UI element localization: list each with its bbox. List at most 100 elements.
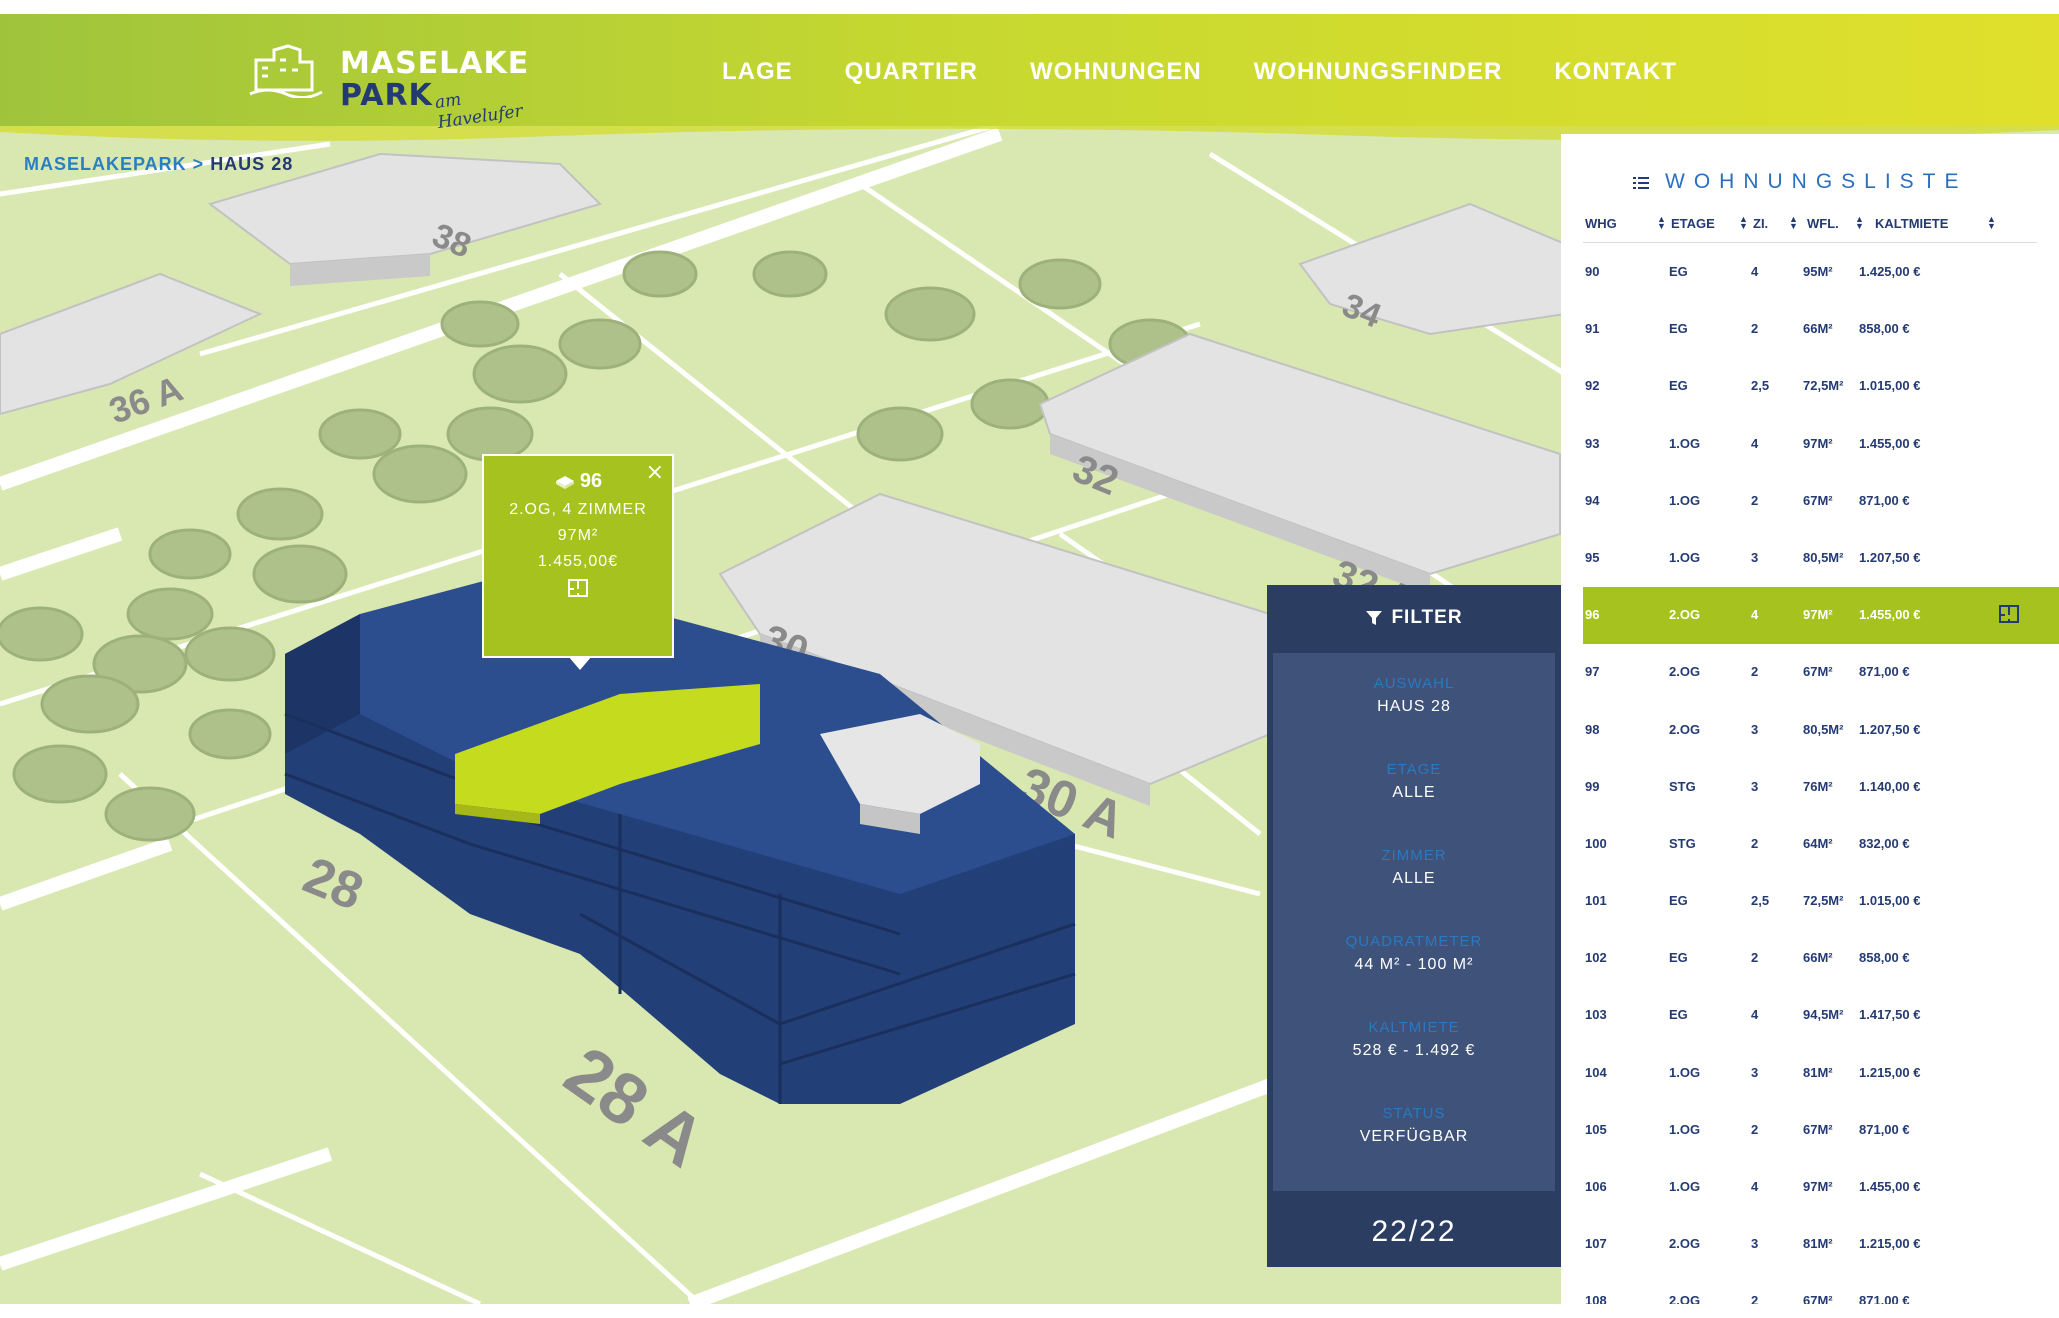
list-row[interactable]: 108 2.OG 2 67M² 871,00 € [1583,1273,2059,1304]
list-cell: 99 [1585,778,1600,794]
list-cell: 107 [1585,1236,1607,1252]
list-cell: 72,5M² [1803,378,1844,394]
nav-item-wohnungen[interactable]: WOHNUNGEN [1030,58,1202,86]
list-cell: 2.OG [1669,607,1701,623]
list-row[interactable]: 94 1.OG 2 67M² 871,00 € [1583,473,2059,530]
filter-value: ALLE [1392,784,1436,801]
column-wohnflaeche[interactable]: WFL. [1807,216,1839,231]
list-cell: 64M² [1803,835,1833,851]
floorplan-icon[interactable] [568,579,588,601]
column-zimmer[interactable]: ZI. [1753,216,1768,231]
list-cell: 1.OG [1669,435,1701,451]
list-cell: EG [1669,264,1688,279]
list-row[interactable]: 104 1.OG 3 81M² 1.215,00 € [1583,1045,2059,1102]
list-row[interactable]: 91 EG 2 66M² 858,00 € [1583,301,2059,358]
list-cell: 858,00 € [1859,321,1910,337]
list-row[interactable]: 96 2.OG 4 97M² 1.455,00 € [1583,587,2059,645]
column-kaltmiete[interactable]: KALTMIETE [1875,216,1948,231]
list-cell: 1.215,00 € [1859,1236,1921,1252]
list-cell: 104 [1585,1064,1607,1080]
list-row[interactable]: 93 1.OG 4 97M² 1.455,00 € [1583,416,2059,473]
list-cell: 66M² [1803,321,1833,337]
sort-icon[interactable]: ▲ ▼ [1855,215,1864,231]
filter-label: QUADRATMETER [1345,933,1483,950]
filter-etage[interactable]: ETAGE ALLE [1273,761,1555,825]
list-row[interactable]: 107 2.OG 3 81M² 1.215,00 € [1583,1216,2059,1273]
list-cell: 2 [1751,492,1759,508]
list-title: WOHNUNGSLISTE [1665,170,1968,193]
list-row[interactable]: 98 2.OG 3 80,5M² 1.207,50 € [1583,702,2059,759]
filter-body: AUSWAHL HAUS 28 ETAGE ALLE ZIMMER ALLE Q… [1273,653,1555,1191]
list-cell: 3 [1751,1236,1759,1252]
filter-label: AUSWAHL [1373,675,1455,692]
list-divider [1583,242,2037,243]
list-row[interactable]: 106 1.OG 4 97M² 1.455,00 € [1583,1159,2059,1216]
list-icon [1633,177,1649,189]
popup-floor-rooms: 2.OG, 4 ZIMMER [509,501,647,518]
close-icon[interactable]: × [646,460,664,485]
list-row[interactable]: 100 STG 2 64M² 832,00 € [1583,816,2059,873]
list-cell: 1.015,00 € [1859,378,1921,394]
list-cell: 3 [1751,1064,1759,1080]
breadcrumb-root[interactable]: MASELAKEPARK [24,154,187,174]
sort-icon[interactable]: ▲ ▼ [1739,215,1748,231]
list-cell: 67M² [1803,1121,1833,1137]
list-rows: 90 EG 4 95M² 1.425,00 € 91 EG 2 66M² 858,00 € 92 EG… [1583,244,2059,1304]
list-cell: 80,5M² [1803,549,1844,565]
sort-icon[interactable]: ▲ ▼ [1987,215,1996,231]
list-cell: 1.140,00 € [1859,778,1921,794]
list-cell: 1.OG [1669,549,1701,565]
list-cell: 101 [1585,893,1607,909]
apartment-popup: × 96 2.OG, 4 ZIMMER 97M² 1.455,00€ [482,454,674,670]
list-row[interactable]: 99 STG 3 76M² 1.140,00 € [1583,759,2059,816]
filter-zimmer[interactable]: ZIMMER ALLE [1273,847,1555,911]
nav-item-quartier[interactable]: QUARTIER [845,58,978,86]
list-row[interactable]: 95 1.OG 3 80,5M² 1.207,50 € [1583,530,2059,587]
sort-icon[interactable]: ▲ ▼ [1657,215,1666,231]
list-cell: 2,5 [1751,893,1770,909]
list-cell: 67M² [1803,664,1833,680]
list-cell: 81M² [1803,1236,1833,1252]
list-row[interactable]: 92 EG 2,5 72,5M² 1.015,00 € [1583,358,2059,415]
list-cell: EG [1669,1007,1688,1023]
filter-auswahl[interactable]: AUSWAHL HAUS 28 [1273,675,1555,739]
list-cell: 1.207,50 € [1859,721,1921,737]
filter-quadratmeter[interactable]: QUADRATMETER 44 M² - 100 M² [1273,933,1555,997]
sort-icon[interactable]: ▲ ▼ [1789,215,1798,231]
list-row[interactable]: 90 EG 4 95M² 1.425,00 € [1583,244,2059,301]
nav-item-lage[interactable]: LAGE [722,58,793,86]
list-cell: 100 [1585,835,1607,851]
list-cell: 871,00 € [1859,1121,1910,1137]
site-logo[interactable]: MASELAKE PARK am Havelufer [248,32,538,133]
list-cell: 1.OG [1669,492,1701,508]
floorplan-icon[interactable] [1999,605,2019,624]
list-cell: 2 [1751,1121,1759,1137]
filter-title: FILTER [1391,607,1463,628]
list-row[interactable]: 101 EG 2,5 72,5M² 1.015,00 € [1583,873,2059,930]
filter-icon [1366,611,1383,625]
list-cell: EG [1669,893,1688,909]
list-cell: 871,00 € [1859,664,1910,680]
list-cell: STG [1669,778,1696,794]
filter-header[interactable]: FILTER [1267,585,1561,651]
nav-item-kontakt[interactable]: KONTAKT [1554,58,1677,86]
list-cell: 67M² [1803,1293,1833,1304]
list-cell: 95M² [1803,264,1833,279]
list-row[interactable]: 102 EG 2 66M² 858,00 € [1583,930,2059,987]
filter-status[interactable]: STATUS VERFÜGBAR [1273,1105,1555,1169]
filter-kaltmiete[interactable]: KALTMIETE 528 € - 1.492 € [1273,1019,1555,1083]
list-cell: 4 [1751,607,1759,623]
list-cell: 4 [1751,435,1759,451]
filter-panel: FILTER AUSWAHL HAUS 28 ETAGE ALLE ZIMMER… [1267,585,1561,1267]
column-whg[interactable]: WHG [1585,216,1617,231]
list-cell: 97M² [1803,435,1833,451]
list-row[interactable]: 103 EG 4 94,5M² 1.417,50 € [1583,987,2059,1044]
list-header: WHG ▲ ▼ ETAGE ▲ ▼ ZI. ▲ ▼ WFL. ▲ ▼ KALTMIETE… [1585,214,2055,240]
list-cell: 102 [1585,950,1607,966]
nav-item-wohnungsfinder[interactable]: WOHNUNGSFINDER [1254,58,1503,86]
list-cell: 2,5 [1751,378,1770,394]
column-etage[interactable]: ETAGE [1671,216,1715,231]
list-row[interactable]: 105 1.OG 2 67M² 871,00 € [1583,1102,2059,1159]
list-cell: 1.455,00 € [1859,435,1921,451]
list-row[interactable]: 97 2.OG 2 67M² 871,00 € [1583,644,2059,701]
